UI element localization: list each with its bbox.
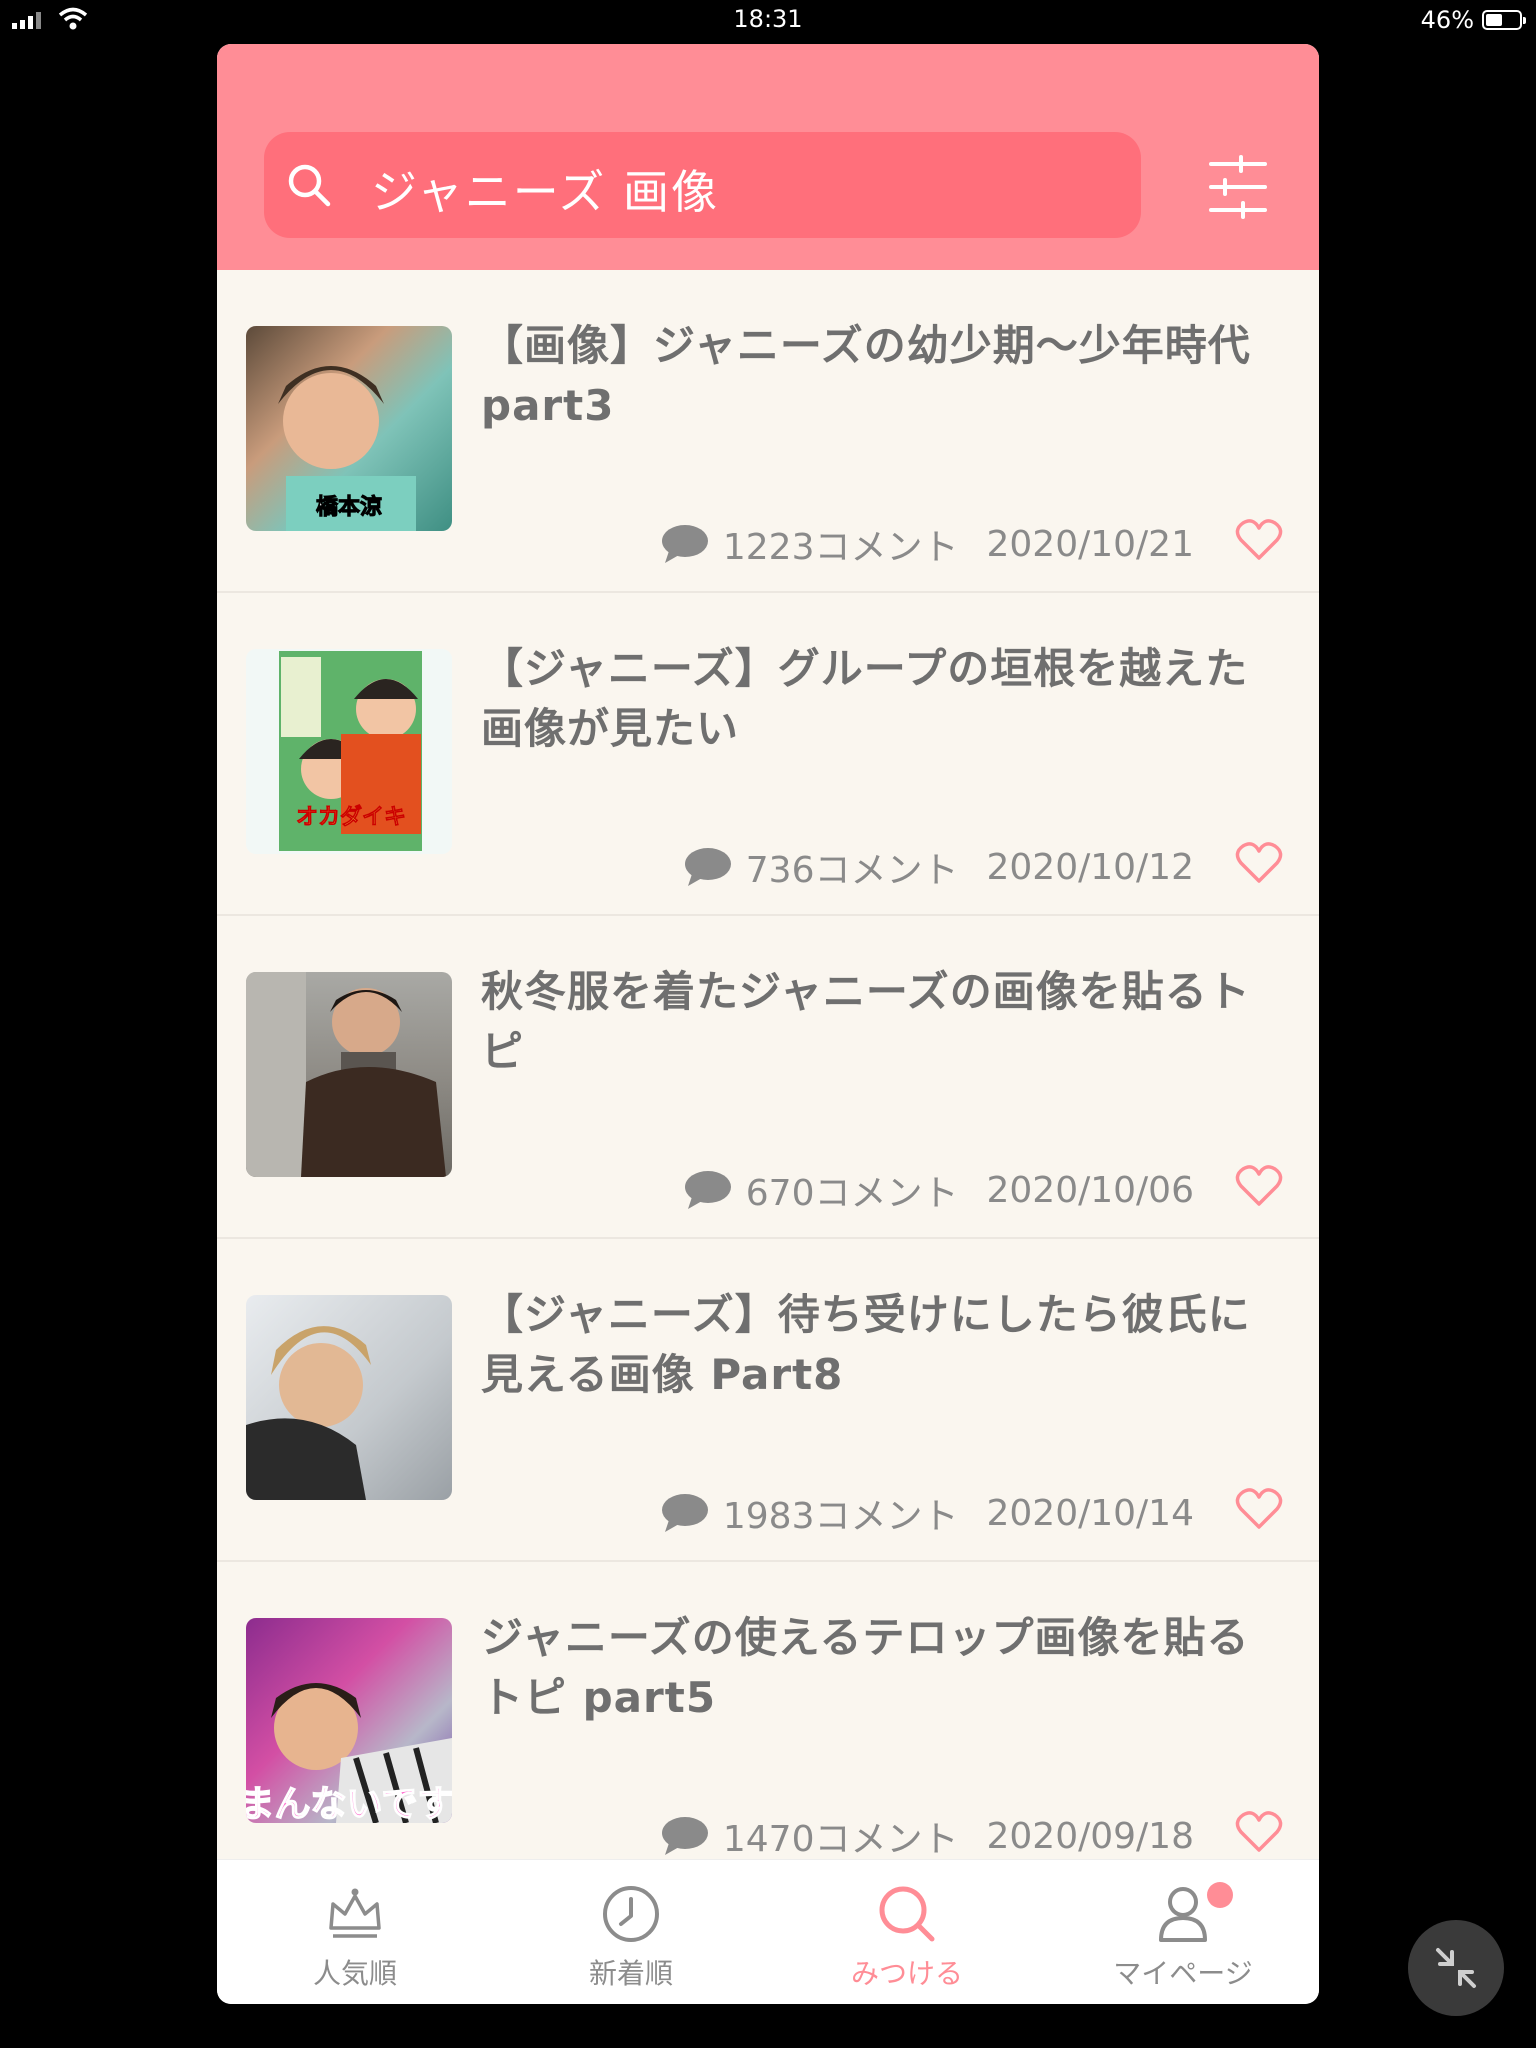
topic-item[interactable]: まんないです ジャニーズの使えるテロップ画像を貼るトピ part5 1470コメ… (217, 1562, 1319, 1885)
thumb-caption: 橋本涼 (316, 494, 382, 520)
minimize-button[interactable] (1408, 1920, 1504, 2016)
topic-date: 2020/10/21 (986, 523, 1195, 565)
heart-icon[interactable] (1235, 1810, 1283, 1854)
topic-title: 【ジャニーズ】待ち受けにしたら彼氏に見える画像 Part8 (481, 1290, 1251, 1399)
topic-meta: 1470コメント 2020/09/18 (661, 1810, 1194, 1862)
tab-mypage[interactable]: マイページ (1045, 1860, 1319, 2004)
heart-icon[interactable] (1235, 518, 1283, 562)
crown-icon (329, 1888, 381, 1938)
heart-icon[interactable] (1235, 841, 1283, 885)
bottom-tab-bar: 人気順 新着順 みつける マイページ (217, 1859, 1319, 2004)
filter-settings-icon[interactable] (1205, 154, 1271, 220)
tab-label: マイページ (1113, 1957, 1253, 1990)
heart-icon[interactable] (1235, 1487, 1283, 1531)
tab-label: 人気順 (312, 1957, 397, 1990)
comment-bubble-icon (684, 1171, 731, 1209)
topic-item[interactable]: オカダイキ 【ジャニーズ】グループの垣根を越えた画像が見たい 736コメント 2… (217, 593, 1319, 916)
thumb-caption: オカダイキ (296, 804, 406, 830)
topic-thumbnail (246, 1295, 452, 1500)
topic-date: 2020/09/18 (986, 1815, 1195, 1857)
topic-thumbnail (246, 972, 452, 1177)
topic-title: 秋冬服を着たジャニーズの画像を貼るトピ (481, 967, 1251, 1076)
comment-count: 1223コメント (722, 527, 959, 568)
topic-item[interactable]: 【ジャニーズ】待ち受けにしたら彼氏に見える画像 Part8 1983コメント 2… (217, 1239, 1319, 1562)
status-time: 18:31 (733, 5, 803, 33)
tab-label: 新着順 (588, 1957, 673, 1990)
status-bar: 18:31 46% (0, 0, 1536, 42)
comment-bubble-icon (661, 1817, 708, 1855)
topic-meta: 670コメント 2020/10/06 (684, 1164, 1194, 1216)
topic-meta: 736コメント 2020/10/12 (684, 841, 1194, 893)
header: ジャニーズ 画像 (217, 44, 1319, 270)
comment-bubble-icon (661, 525, 708, 563)
tab-newest[interactable]: 新着順 (493, 1860, 769, 2004)
clock-icon (603, 1886, 659, 1942)
topic-date: 2020/10/14 (986, 1492, 1195, 1534)
comment-bubble-icon (684, 848, 731, 886)
topic-thumbnail: 橋本涼 (246, 326, 452, 531)
topic-title: ジャニーズの使えるテロップ画像を貼るトピ part5 (481, 1613, 1250, 1722)
tab-label: みつける (850, 1957, 963, 1990)
search-icon (879, 1886, 935, 1942)
topic-date: 2020/10/12 (986, 846, 1195, 888)
comment-count: 736コメント (745, 850, 959, 891)
topic-item[interactable]: 秋冬服を着たジャニーズの画像を貼るトピ 670コメント 2020/10/06 (217, 916, 1319, 1239)
tab-popular[interactable]: 人気順 (217, 1860, 493, 2004)
comment-count: 1470コメント (722, 1819, 959, 1860)
topic-meta: 1983コメント 2020/10/14 (661, 1487, 1194, 1539)
topic-list: 橋本涼 【画像】ジャニーズの幼少期〜少年時代part3 1223コメント 202… (217, 270, 1319, 1885)
topic-thumbnail: まんないです (246, 1618, 452, 1823)
topic-title: 【画像】ジャニーズの幼少期〜少年時代part3 (481, 321, 1251, 430)
heart-icon[interactable] (1235, 1164, 1283, 1208)
battery-icon (1482, 10, 1526, 30)
notification-dot (1207, 1882, 1233, 1908)
person-icon (1159, 1887, 1207, 1942)
comment-count: 670コメント (745, 1173, 959, 1214)
battery-percentage: 46% (1420, 6, 1474, 34)
app-window: ジャニーズ 画像 橋本涼 【画像】ジャニーズの幼少期〜少年時代part3 122… (217, 44, 1319, 2004)
comment-bubble-icon (661, 1494, 708, 1532)
topic-title: 【ジャニーズ】グループの垣根を越えた画像が見たい (481, 644, 1249, 753)
search-bar[interactable]: ジャニーズ 画像 (264, 132, 1141, 238)
comment-count: 1983コメント (722, 1496, 959, 1537)
collapse-arrows-icon (1436, 1948, 1476, 1988)
search-input[interactable]: ジャニーズ 画像 (371, 156, 719, 222)
topic-meta: 1223コメント 2020/10/21 (661, 518, 1194, 570)
tab-discover[interactable]: みつける (769, 1860, 1045, 2004)
search-icon (288, 164, 331, 207)
topic-date: 2020/10/06 (986, 1169, 1195, 1211)
topic-item[interactable]: 橋本涼 【画像】ジャニーズの幼少期〜少年時代part3 1223コメント 202… (217, 270, 1319, 593)
topic-thumbnail: オカダイキ (246, 649, 452, 854)
thumb-caption: まんないです (246, 1784, 452, 1823)
